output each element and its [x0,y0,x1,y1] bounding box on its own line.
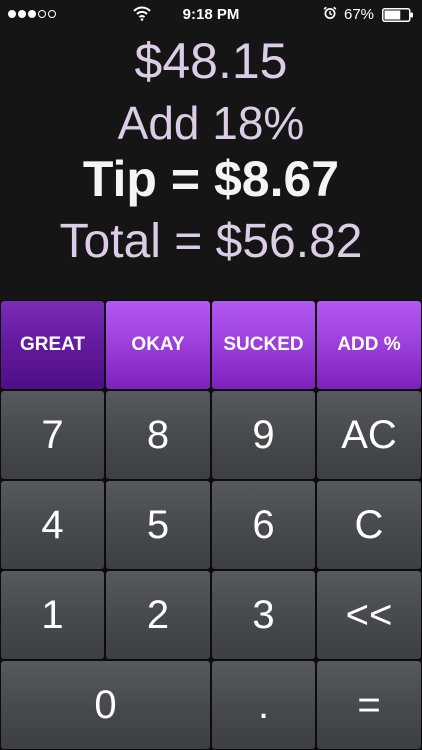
calculation-display: $48.15 Add 18% Tip = $8.67 Total = $56.8… [0,30,422,300]
key-2[interactable]: 2 [106,571,210,659]
all-clear-key[interactable]: AC [317,391,421,479]
backspace-key[interactable]: << [317,571,421,659]
keypad: GREAT OKAY SUCKED ADD % 7 8 9 AC 4 5 6 C… [0,300,422,750]
okay-button[interactable]: OKAY [106,301,210,389]
total-amount: Total = $56.82 [59,215,363,268]
battery-icon [382,8,413,22]
key-1[interactable]: 1 [1,571,104,659]
key-9[interactable]: 9 [212,391,315,479]
decimal-key[interactable]: . [212,661,315,749]
sucked-button[interactable]: SUCKED [212,301,315,389]
great-button[interactable]: GREAT [1,301,104,389]
equals-key[interactable]: = [317,661,421,749]
battery-percentage: 67% [344,6,375,23]
key-7[interactable]: 7 [1,391,104,479]
key-8[interactable]: 8 [106,391,210,479]
status-bar: 9:18 PM 67% [0,0,422,30]
tip-percentage: Add 18% [117,97,305,149]
key-4[interactable]: 4 [1,481,104,569]
key-3[interactable]: 3 [212,571,315,659]
key-6[interactable]: 6 [212,481,315,569]
alarm-icon [323,6,337,19]
add-percent-button[interactable]: ADD % [317,301,421,389]
key-0[interactable]: 0 [1,661,210,749]
key-5[interactable]: 5 [106,481,210,569]
bill-amount: $48.15 [134,33,288,89]
tip-amount: Tip = $8.67 [82,151,340,207]
clear-key[interactable]: C [317,481,421,569]
tip-calculator-screen: 9:18 PM 67% $48.15 Add 18% Tip = $8.67 T… [0,0,422,750]
